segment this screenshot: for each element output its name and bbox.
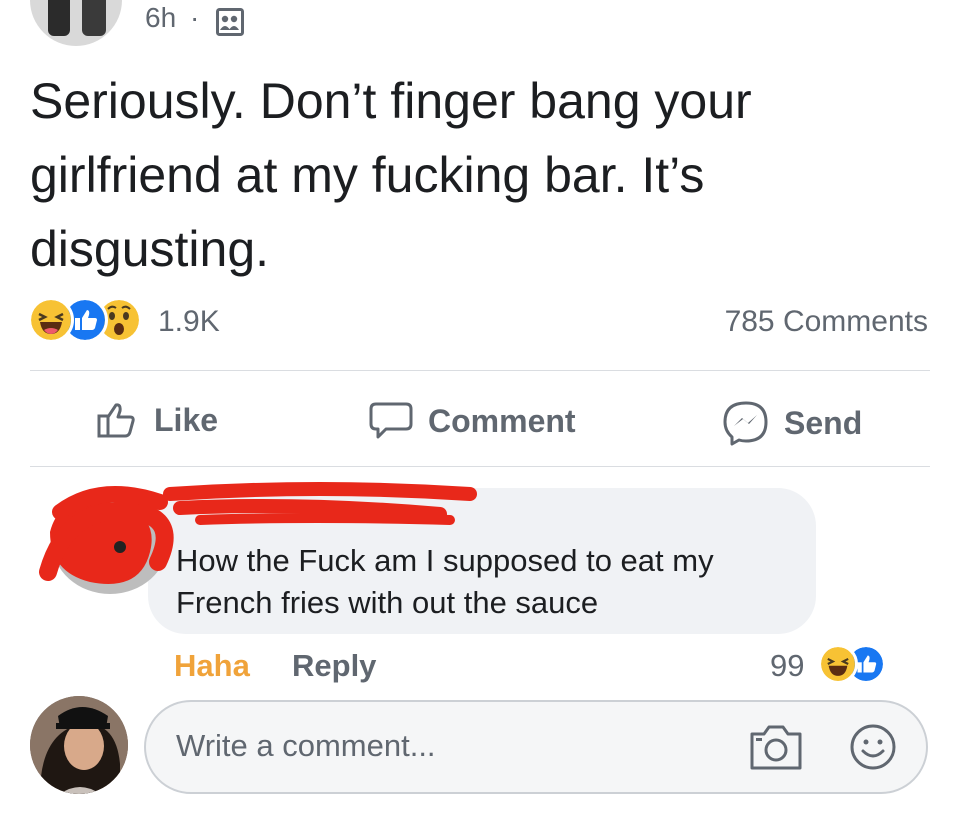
send-button[interactable]: Send [722, 400, 862, 446]
comment-bubble-icon [369, 402, 413, 439]
separator-dot: · [190, 2, 200, 33]
messenger-icon [723, 401, 768, 446]
comment-button[interactable]: Comment [368, 400, 576, 442]
emoji-smiley-icon[interactable] [848, 722, 898, 772]
current-user-avatar[interactable] [30, 696, 128, 794]
comment-reaction-count[interactable]: 99 [770, 648, 804, 684]
camera-icon[interactable] [748, 722, 804, 772]
comment-text: How the Fuck am I supposed to eat my Fre… [176, 543, 714, 620]
comment-input-placeholder: Write a comment... [176, 728, 436, 763]
haha-icon [28, 297, 74, 343]
post-text: Seriously. Don’t finger bang your girlfr… [30, 73, 752, 277]
like-label: Like [154, 401, 219, 438]
reaction-count[interactable]: 1.9K [158, 305, 220, 339]
send-label: Send [784, 404, 863, 441]
audience-group-icon[interactable] [216, 8, 244, 36]
comments-count[interactable]: 785 Comments [725, 305, 928, 339]
post-timestamp[interactable]: 6h [145, 2, 176, 34]
poster-avatar[interactable] [30, 0, 122, 46]
divider [30, 370, 930, 371]
divider [30, 466, 930, 467]
comment-label: Comment [428, 402, 576, 439]
like-button[interactable]: Like [96, 400, 218, 440]
haha-icon [818, 644, 858, 684]
reaction-summary[interactable] [28, 297, 142, 343]
comment-reply-button[interactable]: Reply [292, 648, 376, 684]
comment-haha-button[interactable]: Haha [174, 648, 250, 684]
thumbs-up-icon [97, 403, 135, 438]
